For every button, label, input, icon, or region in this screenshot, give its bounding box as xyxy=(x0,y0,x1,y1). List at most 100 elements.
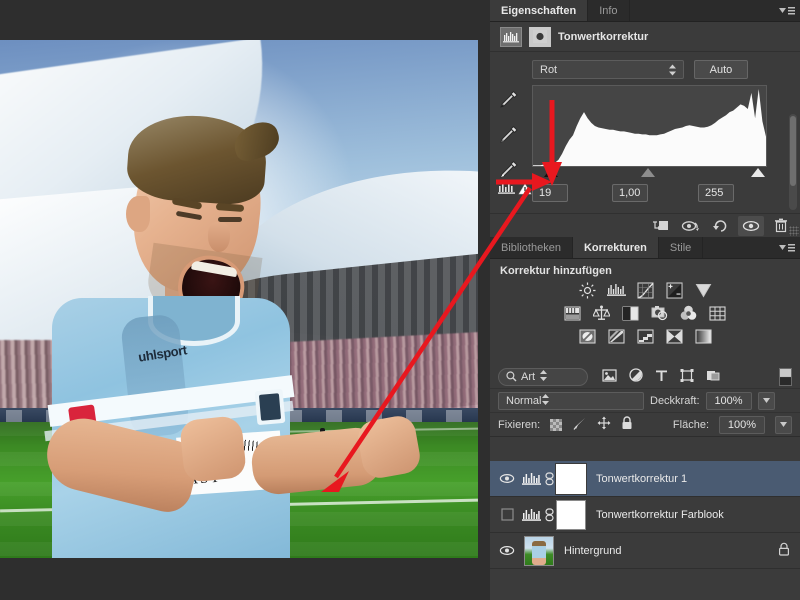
filter-smartobject-icon[interactable] xyxy=(706,369,720,385)
gradient-map-icon[interactable] xyxy=(693,327,713,345)
layer-mask-thumbnail[interactable] xyxy=(556,499,586,530)
photoshop-window: uhlsport BUNDES LIGA AST Eigenschaften xyxy=(0,0,800,600)
visibility-eye-icon[interactable] xyxy=(738,215,764,236)
tab-info[interactable]: Info xyxy=(588,0,630,21)
layer-filter-type-select[interactable]: Art xyxy=(498,367,588,386)
opacity-stepper[interactable] xyxy=(757,391,775,410)
layer-visibility-toggle[interactable] xyxy=(494,473,520,484)
brightness-contrast-icon[interactable] xyxy=(577,281,597,299)
mask-link-icon[interactable] xyxy=(542,507,556,522)
photo-filter-icon[interactable] xyxy=(650,304,670,322)
filter-enable-toggle[interactable] xyxy=(779,367,792,386)
reset-icon[interactable] xyxy=(708,216,734,236)
midtone-input-field[interactable]: 1,00 xyxy=(612,184,648,202)
table-row[interactable]: Tonwertkorrektur 1 xyxy=(490,461,800,497)
panel-resize-gripper[interactable] xyxy=(789,226,799,236)
table-row[interactable]: Tonwertkorrektur Farblook xyxy=(490,497,800,533)
tab-korrekturen[interactable]: Korrekturen xyxy=(572,237,659,258)
posterize-icon[interactable] xyxy=(606,327,626,345)
eyedropper-tools xyxy=(498,89,520,182)
threshold-icon[interactable] xyxy=(635,327,655,345)
exposure-icon[interactable] xyxy=(664,281,684,299)
levels-icon[interactable] xyxy=(606,281,626,299)
selective-color-icon[interactable] xyxy=(664,327,684,345)
layer-name: Tonwertkorrektur 1 xyxy=(596,472,688,485)
blend-mode-value: Normal xyxy=(506,394,542,407)
blend-mode-row: Normal Deckkraft: 100% xyxy=(490,389,800,413)
set-white-point-eyedropper[interactable] xyxy=(498,159,520,182)
highlight-input-slider[interactable] xyxy=(751,168,765,177)
lock-icons xyxy=(550,416,633,433)
filter-shape-icon[interactable] xyxy=(680,368,694,385)
properties-tabbar: Eigenschaften Info xyxy=(490,0,800,22)
adjustments-heading: Korrektur hinzufügen xyxy=(500,265,612,277)
curves-icon[interactable] xyxy=(635,281,655,299)
midtone-input-slider[interactable] xyxy=(641,168,655,177)
channel-value: Rot xyxy=(540,63,558,76)
channel-row: Rot Auto xyxy=(490,52,800,85)
filter-type-icon[interactable] xyxy=(655,369,668,385)
tab-stile[interactable]: Stile xyxy=(658,237,704,258)
auto-button[interactable]: Auto xyxy=(694,60,748,79)
layer-mask-thumbnail[interactable] xyxy=(555,462,587,495)
output-levels-icons xyxy=(498,182,532,196)
fill-stepper[interactable] xyxy=(775,415,792,434)
lock-image-pixels-icon[interactable] xyxy=(572,417,587,433)
levels-histogram-icon xyxy=(520,504,542,526)
lock-position-icon[interactable] xyxy=(597,416,611,433)
adjustments-row-3 xyxy=(577,327,713,345)
tab-bibliotheken[interactable]: Bibliotheken xyxy=(490,237,573,258)
adjustments-row-1 xyxy=(577,281,713,299)
color-balance-icon[interactable] xyxy=(592,304,612,322)
layer-visibility-toggle[interactable] xyxy=(494,545,520,556)
histogram-chart xyxy=(533,89,766,166)
panel-menu-icon[interactable] xyxy=(774,237,800,258)
visibility-off-icon xyxy=(500,508,514,521)
histogram-display xyxy=(532,85,767,167)
channel-mixer-icon[interactable] xyxy=(679,304,699,322)
tabbar-spacer xyxy=(629,0,774,21)
properties-footer xyxy=(490,213,800,237)
invert-icon[interactable] xyxy=(577,327,597,345)
input-levels-slider-track[interactable] xyxy=(532,167,767,180)
clip-to-layer-icon[interactable] xyxy=(648,216,674,236)
vibrance-icon[interactable] xyxy=(693,281,713,299)
filter-adjustment-icon[interactable] xyxy=(629,368,643,385)
color-lookup-icon[interactable] xyxy=(708,304,728,322)
mask-link-icon[interactable] xyxy=(542,471,556,486)
document-image[interactable]: uhlsport BUNDES LIGA AST xyxy=(0,40,478,558)
set-black-point-eyedropper[interactable] xyxy=(498,89,520,112)
highlight-input-field[interactable]: 255 xyxy=(698,184,734,202)
opacity-field[interactable]: 100% xyxy=(705,391,752,410)
search-icon xyxy=(506,371,517,382)
chevron-updown-icon xyxy=(668,64,677,75)
levels-histogram-icon xyxy=(500,26,522,47)
histogram-zone xyxy=(490,85,800,180)
channel-select[interactable]: Rot xyxy=(532,60,684,79)
layer-visibility-toggle[interactable] xyxy=(494,508,520,521)
lock-all-icon[interactable] xyxy=(621,416,633,433)
adjustments-icon-grid xyxy=(490,281,800,345)
chevron-updown-icon xyxy=(539,369,548,384)
nose xyxy=(208,222,230,252)
preview-toggle-icon[interactable] xyxy=(678,216,704,236)
filter-pixel-icon[interactable] xyxy=(602,368,617,385)
blend-mode-select[interactable]: Normal xyxy=(498,391,644,410)
lock-row: Fixieren: Fläche: 100% xyxy=(490,413,800,437)
set-gray-point-eyedropper[interactable] xyxy=(498,124,520,147)
document-canvas-area[interactable]: uhlsport BUNDES LIGA AST xyxy=(0,0,490,600)
club-crest xyxy=(254,388,286,426)
table-row[interactable]: Hintergrund xyxy=(490,533,800,569)
shadow-input-field[interactable]: 19 xyxy=(532,184,568,202)
layer-thumbnail[interactable] xyxy=(524,535,554,566)
shadow-input-slider[interactable] xyxy=(544,168,558,177)
properties-scrollbar[interactable] xyxy=(789,114,797,210)
panel-menu-icon[interactable] xyxy=(774,0,800,21)
fill-field[interactable]: 100% xyxy=(719,415,765,434)
tab-eigenschaften[interactable]: Eigenschaften xyxy=(490,0,589,21)
black-white-icon[interactable] xyxy=(621,304,641,322)
thumbnail-player xyxy=(532,540,546,565)
hue-saturation-icon[interactable] xyxy=(563,304,583,322)
tab-label: Bibliotheken xyxy=(501,241,561,254)
lock-transparency-icon[interactable] xyxy=(550,418,563,431)
